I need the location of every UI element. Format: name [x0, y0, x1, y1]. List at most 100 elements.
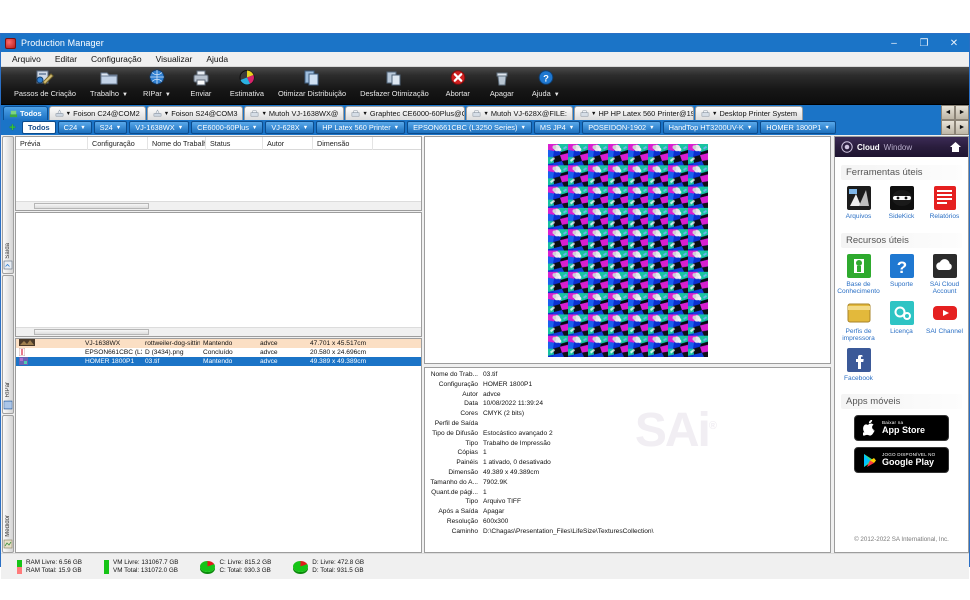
output-queue-list[interactable]	[16, 150, 421, 201]
column-nome-do-trabalho[interactable]: Nome do Trabalho	[148, 136, 206, 150]
queue-tab-c24[interactable]: C24 ▼	[57, 121, 92, 134]
detail-label: Nome do Trab...	[430, 371, 478, 378]
column-configuracao[interactable]: Configuração	[88, 136, 148, 150]
queue-tab-s24[interactable]: S24 ▼	[93, 121, 128, 134]
rip-queue-hscrollbar[interactable]	[16, 327, 421, 336]
chevron-down-icon[interactable]: ▼	[362, 111, 367, 117]
menu-item-editar[interactable]: Editar	[48, 52, 84, 67]
queue-tab-ms-jp4[interactable]: MS JP4 ▼	[533, 121, 581, 134]
toolbar-button-trabalho[interactable]: Trabalho ▼	[83, 67, 135, 105]
cloud-item-label: SAI Channel	[925, 327, 964, 335]
chevron-down-icon[interactable]: ▼	[483, 111, 488, 117]
chevron-down-icon[interactable]: ▼	[164, 111, 169, 117]
printer-tab-foison-c24[interactable]: ▼ Foison C24@COM2	[48, 106, 146, 120]
detail-row: Configuração HOMER 1800P1	[425, 380, 830, 390]
queue-tab-epson661cbc[interactable]: EPSON661CBC (L3250 Series) ▼	[407, 121, 532, 134]
column-dimensao[interactable]: Dimensão	[313, 136, 373, 150]
chevron-down-icon[interactable]: ▼	[824, 125, 829, 131]
printer-tab-next-button[interactable]: ►	[955, 105, 969, 120]
chevron-down-icon[interactable]: ▼	[303, 125, 308, 131]
toolbar-button-estimativa[interactable]: Estimativa	[223, 67, 271, 105]
cloud-item-arquivos[interactable]: Arquivos	[837, 185, 880, 221]
cloud-item-licenca[interactable]: Licença	[880, 300, 923, 343]
output-queue-hscrollbar[interactable]	[16, 201, 421, 210]
minimize-button[interactable]: –	[879, 34, 909, 52]
cloud-item-suporte[interactable]: ? Suporte	[880, 253, 923, 296]
cloud-item-base-de-conhecimento[interactable]: Base de Conhecimento	[837, 253, 880, 296]
cloud-item-sai-channel[interactable]: SAI Channel	[923, 300, 966, 343]
queue-tab-poseidon-1902[interactable]: POSEIDON-1902 ▼	[582, 121, 661, 134]
printer-tab-hp-latex-560[interactable]: ▼ HP HP Latex 560 Printer@192.168.0.149	[573, 106, 694, 120]
chevron-down-icon[interactable]: ▼	[261, 111, 266, 117]
chevron-down-icon[interactable]: ▼	[591, 111, 596, 117]
column-autor[interactable]: Autor	[263, 136, 313, 150]
google-play-button[interactable]: JOGO DISPONÍVEL NO Google Play	[854, 447, 949, 473]
printer-tab-graphtec-ce6000[interactable]: ▼ Graphtec CE6000-60Plus@Graphtec USB	[345, 106, 466, 120]
chevron-down-icon[interactable]: ▼	[569, 125, 574, 131]
stage-tab-saida[interactable]: Saída	[2, 136, 14, 275]
chevron-down-icon[interactable]: ▼	[66, 111, 71, 117]
toolbar-button-abortar[interactable]: Abortar	[436, 67, 480, 105]
chevron-down-icon[interactable]: ▼	[394, 125, 399, 131]
queue-tab-vj-628x[interactable]: VJ-628X ▼	[265, 121, 315, 134]
toolbar-button-otimizar-distribuicao[interactable]: Otimizar Distribuição	[271, 67, 353, 105]
chevron-down-icon[interactable]: ▼	[520, 125, 525, 131]
queue-tab-homer-1800p1[interactable]: HOMER 1800P1 ▼	[760, 121, 836, 134]
queue-tab-vj-1638wx[interactable]: VJ-1638WX ▼	[129, 121, 190, 134]
menu-item-ajuda[interactable]: Ajuda	[199, 52, 235, 67]
toolbar-button-enviar[interactable]: Enviar	[179, 67, 223, 105]
scrollbar-thumb[interactable]	[34, 329, 149, 335]
stage-tab-medidor[interactable]: Medidor	[2, 414, 14, 553]
cloud-item-sidekick[interactable]: SideKick	[880, 185, 923, 221]
queue-tab-label: CE6000-60Plus	[197, 123, 249, 132]
printer-tab-mutoh-vj1638wx[interactable]: ▼ Mutoh VJ-1638WX@	[244, 106, 345, 120]
hold-queue-list[interactable]: VJ-1638WX rottweiler-dog-sittin Mantendo…	[16, 339, 421, 552]
queue-tab-todos[interactable]: Todos	[22, 121, 56, 134]
chevron-down-icon[interactable]: ▼	[712, 111, 717, 117]
add-queue-button[interactable]: +	[6, 121, 19, 134]
queue-tab-next-button[interactable]: ►	[955, 120, 969, 135]
cloud-item-perfis-de-impressora[interactable]: Perfis de impressora	[837, 300, 880, 343]
chevron-down-icon[interactable]: ▼	[747, 125, 752, 131]
printer-tab-desktop-printer-system[interactable]: ▼ Desktop Printer System	[694, 106, 804, 120]
maximize-button[interactable]: ❐	[909, 34, 939, 52]
printer-tab-mutoh-vj628x[interactable]: ▼ Mutoh VJ-628X@FILE:	[466, 106, 573, 120]
app-store-button[interactable]: Baixar na App Store	[854, 415, 949, 441]
rip-queue-list[interactable]	[16, 213, 421, 327]
close-button[interactable]: ✕	[939, 34, 969, 52]
cell-configuracao: VJ-1638WX	[85, 340, 121, 347]
chevron-down-icon[interactable]: ▼	[649, 125, 654, 131]
printer-tab-todos[interactable]: Todos	[3, 106, 48, 120]
cloud-brand-secondary: Window	[883, 142, 913, 152]
toolbar-button-ripar[interactable]: RIPar ▼	[135, 67, 179, 105]
menu-item-visualizar[interactable]: Visualizar	[149, 52, 200, 67]
queue-tab-label: HP Latex 560 Printer	[322, 123, 391, 132]
chevron-down-icon[interactable]: ▼	[178, 125, 183, 131]
toolbar-button-desfazer-otimizacao[interactable]: Desfazer Otimização	[353, 67, 436, 105]
job-preview-pane[interactable]	[424, 136, 831, 364]
printer-tab-prev-button[interactable]: ◄	[941, 105, 955, 120]
queue-tab-ce6000-60plus[interactable]: CE6000-60Plus ▼	[191, 121, 264, 134]
queue-tab-prev-button[interactable]: ◄	[941, 120, 955, 135]
table-row[interactable]: HOMER 1800P1 03.tif Mantendo advce 49.38…	[16, 356, 421, 366]
chevron-down-icon[interactable]: ▼	[80, 125, 85, 131]
column-previa[interactable]: Prévia	[16, 136, 88, 150]
chevron-down-icon[interactable]: ▼	[252, 125, 257, 131]
cloud-item-relatorios[interactable]: Relatórios	[923, 185, 966, 221]
home-icon[interactable]	[949, 141, 962, 153]
cloud-item-sai-cloud-account[interactable]: SAi Cloud Account	[923, 253, 966, 296]
menu-item-arquivo[interactable]: Arquivo	[5, 52, 48, 67]
column-status[interactable]: Status	[206, 136, 263, 150]
toolbar-button-passos-de-criacao[interactable]: Passos de Criação	[7, 67, 83, 105]
facebook-icon	[846, 347, 871, 372]
scrollbar-thumb[interactable]	[34, 203, 149, 209]
printer-tab-foison-s24[interactable]: ▼ Foison S24@COM3	[146, 106, 244, 120]
queue-tab-hp-latex-560-printer[interactable]: HP Latex 560 Printer ▼	[316, 121, 406, 134]
cloud-item-facebook[interactable]: Facebook	[837, 347, 880, 383]
stage-tab-ripar[interactable]: RIPar	[2, 275, 14, 414]
chevron-down-icon[interactable]: ▼	[116, 125, 121, 131]
toolbar-button-apagar[interactable]: Apagar	[480, 67, 524, 105]
toolbar-button-ajuda[interactable]: ? Ajuda ▼	[524, 67, 568, 105]
menu-item-configuracao[interactable]: Configuração	[84, 52, 149, 67]
queue-tab-handtop-ht3200uv-k[interactable]: HandTop HT3200UV-K ▼	[662, 121, 759, 134]
